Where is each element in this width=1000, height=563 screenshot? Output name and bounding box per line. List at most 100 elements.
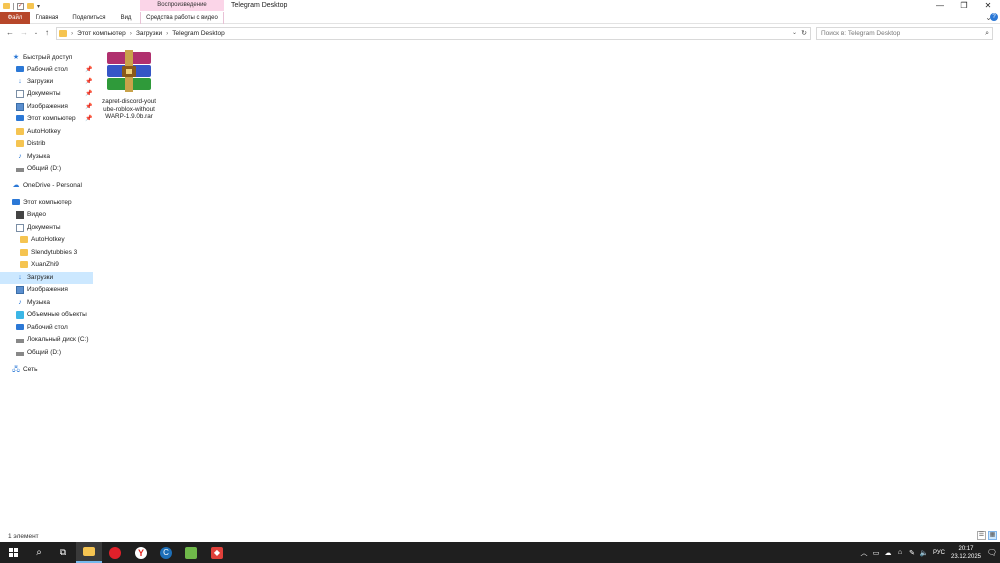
help-icon[interactable]: ? [990, 13, 998, 21]
nav-label: Изображения [27, 103, 68, 110]
tab-share[interactable]: Поделиться [68, 12, 110, 24]
taskbar-app-cube[interactable] [178, 542, 204, 563]
anydesk-icon: ◆ [211, 546, 223, 559]
documents-icon [16, 224, 24, 232]
chevron-down-icon[interactable]: ⌄ [792, 28, 797, 39]
nav-item-downloads[interactable]: ↓ Загрузки 📌 [0, 76, 93, 88]
pen-icon[interactable]: ✎ [906, 549, 918, 557]
recent-locations-button[interactable]: ⌄ [31, 27, 41, 39]
tab-view[interactable]: Вид [116, 12, 136, 24]
minimize-button[interactable]: — [928, 0, 952, 12]
volume-icon[interactable]: 🔈 [918, 549, 930, 557]
drive-icon [16, 352, 24, 356]
nav-item-desktop[interactable]: Рабочий стол [0, 322, 93, 334]
folder-icon[interactable] [3, 3, 10, 9]
nav-label: Загрузки [27, 78, 54, 85]
nav-onedrive[interactable]: ☁ OneDrive - Personal [0, 180, 93, 192]
nav-item-documents[interactable]: Документы [0, 222, 93, 234]
tab-file[interactable]: Файл [0, 12, 30, 24]
network-icon[interactable]: ⌂ [894, 549, 906, 556]
nav-item-slendytubbies[interactable]: Slendytubbies 3 [0, 247, 93, 259]
chevron-right-icon[interactable]: › [166, 28, 168, 39]
search-button[interactable]: ⌕ [26, 542, 52, 563]
taskbar-yandex[interactable]: Y [128, 542, 154, 563]
chevron-up-icon[interactable]: ︿ [858, 548, 870, 558]
refresh-icon[interactable]: ↻ [801, 28, 807, 39]
nav-item-music[interactable]: ♪ Музыка [0, 151, 93, 163]
folder-icon [20, 249, 28, 256]
task-view-button[interactable]: ⧉ [50, 542, 76, 563]
customize-toolbar-icon[interactable]: ▾ [37, 3, 40, 10]
breadcrumb-telegram-desktop[interactable]: Telegram Desktop [172, 28, 224, 39]
language-indicator[interactable]: РУС [930, 550, 948, 556]
nav-item-documents[interactable]: Документы 📌 [0, 88, 93, 100]
up-button[interactable]: ↑ [42, 27, 52, 39]
taskbar-file-explorer[interactable] [76, 542, 102, 563]
nav-label: Distrib [27, 140, 46, 147]
nav-item-desktop[interactable]: Рабочий стол 📌 [0, 64, 93, 76]
nav-item-drive-c[interactable]: Локальный диск (C:) [0, 334, 93, 346]
nav-item-drive-d[interactable]: Общий (D:) [0, 347, 93, 359]
tab-video-tools[interactable]: Средства работы с видео [140, 12, 224, 24]
nav-label: Slendytubbies 3 [31, 249, 78, 256]
view-switcher: ☰ ▦ [977, 531, 997, 540]
pin-icon[interactable]: 📌 [85, 88, 92, 100]
file-name: zapret-discord-youtube-roblox-withoutWAR… [102, 98, 156, 121]
chevron-right-icon[interactable]: › [71, 28, 73, 39]
nav-item-autohotkey[interactable]: AutoHotkey [0, 234, 93, 246]
nav-item-drive-d[interactable]: Общий (D:) [0, 163, 93, 175]
nav-item-xuanzhi9[interactable]: XuanZhi9 [0, 259, 93, 271]
forward-button[interactable]: → [19, 27, 29, 39]
nav-item-pictures[interactable]: Изображения [0, 284, 93, 296]
nav-label: Сеть [23, 366, 38, 373]
music-icon: ♪ [18, 299, 22, 306]
desktop-icon [16, 66, 24, 72]
battery-icon[interactable]: ▭ [870, 549, 882, 557]
nav-network[interactable]: 🖧 Сеть [0, 364, 93, 376]
back-button[interactable]: ← [5, 27, 15, 39]
pin-icon[interactable]: 📌 [85, 113, 92, 125]
nav-label: Рабочий стол [27, 324, 68, 331]
address-bar[interactable]: › Этот компьютер › Загрузки › Telegram D… [56, 27, 811, 40]
network-icon: 🖧 [12, 366, 20, 373]
close-button[interactable]: ✕ [976, 0, 1000, 12]
nav-quick-access[interactable]: ★ Быстрый доступ [0, 52, 93, 64]
taskbar-app-c[interactable]: C [153, 542, 179, 563]
new-folder-icon[interactable] [27, 3, 34, 9]
task-view-icon: ⧉ [59, 547, 67, 557]
nav-item-autohotkey[interactable]: AutoHotkey [0, 126, 93, 138]
onedrive-icon[interactable]: ☁ [882, 549, 894, 557]
nav-item-music[interactable]: ♪ Музыка [0, 297, 93, 309]
nav-label: Локальный диск (C:) [27, 336, 89, 343]
nav-item-distrib[interactable]: Distrib [0, 138, 93, 150]
search-input[interactable]: Поиск в: Telegram Desktop ⌕ [816, 27, 993, 40]
properties-icon[interactable]: ✓ [17, 2, 24, 10]
tab-home[interactable]: Главная [32, 12, 62, 24]
nav-item-downloads[interactable]: ↓ Загрузки [0, 272, 93, 284]
nav-this-pc[interactable]: Этот компьютер [0, 197, 93, 209]
pin-icon[interactable]: 📌 [85, 76, 92, 88]
pin-icon[interactable]: 📌 [85, 101, 92, 113]
nav-label: Общий (D:) [27, 349, 62, 356]
nav-label: Объемные объекты [27, 311, 87, 318]
nav-item-pictures[interactable]: Изображения 📌 [0, 101, 93, 113]
details-view-icon[interactable]: ☰ [977, 531, 986, 540]
breadcrumb-downloads[interactable]: Загрузки [136, 28, 162, 39]
nav-item-3d-objects[interactable]: Объемные объекты [0, 309, 93, 321]
clock-date: 23.12.2025 [950, 553, 982, 560]
breadcrumb-this-pc[interactable]: Этот компьютер [77, 28, 126, 39]
divider [13, 2, 14, 10]
taskbar-app-red[interactable]: ◆ [204, 542, 230, 563]
nav-item-this-pc[interactable]: Этот компьютер 📌 [0, 113, 93, 125]
chevron-right-icon[interactable]: › [130, 28, 132, 39]
taskbar-opera[interactable] [102, 542, 128, 563]
large-icons-view-icon[interactable]: ▦ [988, 531, 997, 540]
restore-button[interactable]: ❐ [952, 0, 976, 12]
start-button[interactable] [0, 542, 26, 563]
nav-item-video[interactable]: Видео [0, 209, 93, 221]
notification-icon[interactable]: 🗨 [984, 548, 1000, 557]
pin-icon[interactable]: 📌 [85, 64, 92, 76]
clock[interactable]: 20:17 23.12.2025 [948, 545, 984, 561]
nav-label: Музыка [27, 153, 50, 160]
windows-icon [8, 548, 18, 557]
